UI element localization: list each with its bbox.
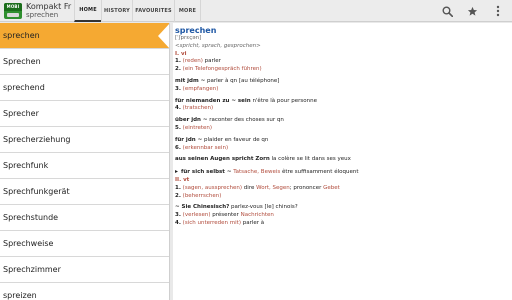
word-list-item[interactable]: Sprechfunkgerät	[0, 179, 169, 205]
app-title: Kompakt Fr	[26, 2, 72, 11]
example-fuer: für jdn ~ plaider en faveur de qn	[175, 137, 512, 145]
word-list[interactable]: sprechen Sprechen sprechend Sprecher Spr…	[0, 23, 170, 300]
overflow-menu-icon	[496, 5, 500, 17]
sense-number: 4.	[175, 219, 181, 226]
example-phrase: für sich selbst ~	[181, 169, 232, 176]
sense-t4: 4. (sich unterreden mit) parler à	[175, 220, 512, 228]
sense-number: 5.	[175, 124, 181, 131]
sense-number: 2.	[175, 192, 181, 199]
sense-label: (sich unterreden mit)	[182, 219, 241, 226]
example-phrase: für niemanden zu ~ sein	[175, 97, 251, 104]
word-list-item[interactable]: spreizen	[0, 283, 169, 300]
sense-note: Gebet	[323, 184, 340, 191]
sense-translation: ; prononcer	[289, 184, 322, 191]
word-list-item[interactable]: sprechend	[0, 75, 169, 101]
sense-label: (reden)	[182, 58, 203, 65]
sense-note: Nachrichten	[240, 212, 274, 219]
sense-t2: 2. (beherrschen)	[175, 193, 512, 201]
word-list-item[interactable]: Sprechzimmer	[0, 257, 169, 283]
word-list-item[interactable]: Sprechweise	[0, 231, 169, 257]
search-button[interactable]	[440, 4, 454, 18]
dictionary-entry: sprechen [ˈʃprɛçən] <spricht, sprach, ge…	[173, 23, 512, 300]
tab-favourites[interactable]: FAVOURITES	[132, 0, 174, 22]
sense-label: (tratschen)	[182, 105, 214, 112]
sense-number: 2.	[175, 66, 181, 73]
entry-forms: <spricht, sprach, gesprochen>	[175, 42, 261, 49]
tab-home[interactable]: HOME	[74, 0, 101, 22]
sense-translation: parler à	[242, 219, 265, 226]
word-list-item[interactable]: Sprechen	[0, 49, 169, 75]
overflow-menu-button[interactable]	[491, 4, 505, 18]
title-block: Kompakt Fr sprechen	[26, 2, 71, 20]
example-chinesisch: ~ Sie Chinesisch? parlez-vous [le] chino…	[175, 204, 512, 212]
app-logo-flag	[7, 13, 19, 17]
app-logo-text: MOBI	[4, 3, 22, 11]
example-translation: plaider en faveur de qn	[203, 136, 269, 143]
sense-number: 4.	[175, 105, 181, 112]
sense-note: Wort, Segen	[256, 184, 290, 191]
example-translation: la colère se lit dans ses yeux	[271, 156, 351, 163]
example-translation: raconter des choses sur qn	[209, 117, 284, 124]
app-subtitle: sprechen	[26, 11, 59, 19]
sense-number: 1.	[175, 184, 181, 191]
example-translation: n'être là pour personne	[252, 97, 317, 104]
selection-arrow	[158, 23, 169, 49]
word-list-item[interactable]: Sprechfunk	[0, 153, 169, 179]
sense-label: (beherrschen)	[182, 192, 222, 199]
tab-more[interactable]: MORE	[174, 0, 201, 22]
sense-t1: 1. (sagen, aussprechen) dire Wort, Segen…	[175, 185, 512, 193]
example-zorn: aus seinen Augen spricht Zorn la colère …	[175, 156, 512, 164]
example-phrase: über jdn ~	[175, 117, 208, 124]
sense-6: 6. (erkennbar sein)	[175, 145, 512, 153]
word-list-item[interactable]: Sprecherziehung	[0, 127, 169, 153]
sense-number: 6.	[175, 144, 181, 151]
word-list-item[interactable]: Sprecher	[0, 101, 169, 127]
sense-number: 3.	[175, 85, 181, 92]
example-translation: parlez-vous [le] chinois?	[231, 204, 298, 211]
sense-number: 1.	[175, 58, 181, 65]
sense-label: (ein Telefongespräch führen)	[182, 66, 262, 73]
sense-translation: dire	[243, 184, 255, 191]
app-logo[interactable]: MOBI	[4, 3, 22, 19]
sense-label: (erkennbar sein)	[182, 144, 229, 151]
example-phrase: für jdn ~	[175, 136, 203, 143]
star-icon	[467, 6, 477, 16]
example-phrase: aus seinen Augen spricht Zorn	[175, 156, 270, 163]
example-ueber: über jdn ~ raconter des choses sur qn	[175, 117, 512, 125]
example-phrase: ~ Sie Chinesisch?	[175, 204, 230, 211]
example-selbst: ▸ für sich selbst ~ Tatsache, Beweis être…	[175, 168, 512, 177]
sense-2: 2. (ein Telefongespräch führen)	[175, 66, 512, 74]
sense-number: 3.	[175, 212, 181, 219]
tab-history[interactable]: HISTORY	[101, 0, 132, 22]
entry-pos-intransitive: I. vi	[175, 50, 187, 57]
tab-bar: HOME HISTORY FAVOURITES MORE	[74, 0, 201, 22]
example-mit: mit jdm ~ parler à qn [au téléphone]	[175, 78, 512, 86]
sense-3: 3. (empfangen)	[175, 86, 512, 94]
sense-label: (sagen, aussprechen)	[182, 184, 243, 191]
search-icon	[442, 6, 453, 17]
action-bar: MOBI Kompakt Fr sprechen HOME HISTORY FA…	[0, 0, 512, 22]
sense-5: 5. (eintreten)	[175, 125, 512, 133]
example-niemanden: für niemanden zu ~ sein n'être là pour p…	[175, 98, 512, 106]
entry-pronunciation: [ˈʃprɛçən]	[175, 35, 202, 41]
sense-label: (eintreten)	[182, 124, 213, 131]
sense-t3: 3. (verlesen) présenter Nachrichten	[175, 212, 512, 220]
sense-4: 4. (tratschen)	[175, 105, 512, 113]
example-note: Tatsache, Beweis	[233, 169, 281, 176]
sense-translation: parler	[204, 58, 221, 65]
entry-pos-transitive: II. vt	[175, 176, 190, 183]
sense-1: 1. (reden) parler	[175, 58, 512, 66]
sense-label: (empfangen)	[182, 85, 219, 92]
word-list-item-selected[interactable]: sprechen	[0, 23, 169, 49]
word-list-item[interactable]: Sprechstunde	[0, 205, 169, 231]
sense-translation: présenter	[212, 212, 239, 219]
favourite-button[interactable]	[465, 4, 479, 18]
example-translation: parler à qn [au téléphone]	[207, 77, 280, 84]
example-translation: être suffisamment éloquent	[281, 169, 359, 176]
entry-headword: sprechen	[175, 26, 217, 35]
sense-label: (verlesen)	[182, 212, 211, 219]
example-phrase: mit jdm ~	[175, 77, 206, 84]
